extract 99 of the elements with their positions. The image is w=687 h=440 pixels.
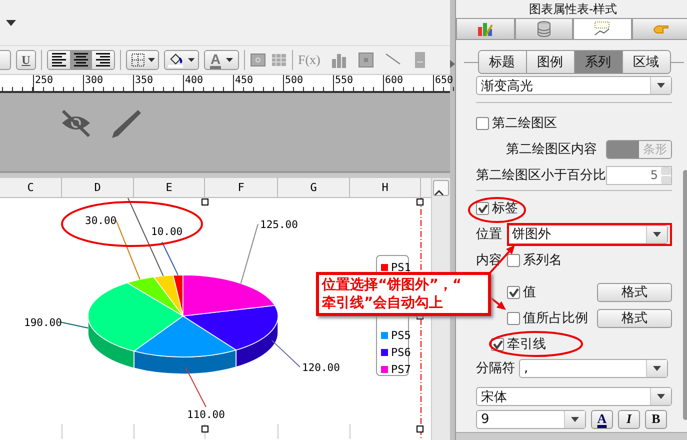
- resize-handle[interactable]: [202, 426, 208, 432]
- checkbox-label: 系列名: [523, 252, 562, 270]
- resize-handle[interactable]: [416, 198, 424, 206]
- caret-icon: [653, 366, 661, 371]
- checkbox-label: 值: [523, 284, 536, 302]
- leader-line: [60, 322, 89, 328]
- scrollbar-thumb[interactable]: [683, 170, 687, 420]
- align-center-button[interactable]: [70, 51, 92, 69]
- picture-frame-icon[interactable]: [358, 52, 374, 68]
- leader-line: [184, 366, 206, 408]
- checkbox-label: 标签: [492, 200, 518, 218]
- icon-tab[interactable]: [573, 18, 632, 40]
- checkbox[interactable]: [507, 254, 520, 267]
- paint-bucket-icon: [168, 52, 184, 68]
- caret-icon: [653, 232, 661, 237]
- field-label: 位置: [476, 226, 503, 244]
- align-right-button[interactable]: [92, 51, 114, 69]
- column-header[interactable]: C: [0, 178, 62, 197]
- data-label: 190.00: [24, 317, 62, 329]
- icon-tab[interactable]: [514, 18, 573, 40]
- format-button[interactable]: 格式: [597, 308, 672, 328]
- checkbox[interactable]: [507, 312, 520, 325]
- text-style-icon: [594, 21, 610, 38]
- field-label: 分隔符: [476, 360, 516, 378]
- image-icon[interactable]: [250, 52, 266, 68]
- bar-chart-icon[interactable]: [331, 52, 348, 68]
- data-label: 110.00: [187, 409, 225, 421]
- font-dropdown[interactable]: 宋体: [476, 387, 672, 406]
- pencil-icon: [110, 108, 142, 140]
- checkbox-label: 牵引线: [507, 336, 546, 354]
- bar-chart-icon: [477, 21, 494, 38]
- align-left-button[interactable]: [48, 51, 70, 69]
- align-lines-icon: [96, 53, 110, 67]
- column-header[interactable]: F: [205, 178, 278, 197]
- align-lines-icon: [74, 53, 88, 67]
- italic-format-button[interactable]: I: [618, 410, 640, 429]
- tab[interactable]: 标题: [478, 51, 526, 74]
- arrow: [490, 297, 506, 310]
- checkbox-label: 第二绘图区: [492, 115, 557, 132]
- scroll-up-button[interactable]: [433, 180, 450, 196]
- arrow-right-icon: [450, 60, 455, 68]
- checkbox-label: 值所占比例: [523, 310, 588, 328]
- underline-button[interactable]: U: [16, 50, 36, 70]
- tab[interactable]: 图例: [526, 51, 574, 74]
- leader-line: [240, 224, 258, 284]
- tab[interactable]: 系列: [574, 51, 622, 74]
- highlight-ellipse: [468, 197, 526, 223]
- icon-tab[interactable]: [456, 18, 514, 40]
- caret-icon: [226, 58, 233, 62]
- resize-handle[interactable]: [202, 198, 208, 206]
- column-header[interactable]: E: [134, 178, 205, 197]
- format-button[interactable]: 格式: [597, 282, 672, 302]
- spinner-icon: [661, 166, 671, 184]
- field-label: 第二绘图区内容: [506, 141, 597, 158]
- hidden-eye-icon: [60, 108, 92, 138]
- border-button[interactable]: [126, 50, 159, 70]
- icon-tab[interactable]: [632, 18, 687, 40]
- font-color-button[interactable]: A: [204, 50, 239, 70]
- caret-icon: [6, 20, 16, 26]
- font-size-dropdown[interactable]: 9: [476, 410, 586, 429]
- column-header[interactable]: H: [350, 178, 421, 197]
- legend-label: PS7: [391, 363, 411, 376]
- field-label: 第二绘图区小于百分比: [476, 167, 606, 184]
- data-label: 10.00: [151, 226, 183, 238]
- column-header[interactable]: D: [62, 178, 134, 197]
- chevron-up-icon: [434, 190, 444, 196]
- checkbox[interactable]: [507, 286, 520, 299]
- legend-label: PS6: [391, 346, 411, 359]
- legend-label: PS5: [391, 329, 411, 342]
- data-label: 30.00: [85, 215, 117, 227]
- panel-title: 图表属性表-样式: [528, 2, 618, 16]
- italic-button[interactable]: [0, 50, 11, 70]
- border-grid-icon: [130, 53, 144, 67]
- legend-label: PS1: [391, 261, 411, 274]
- database-icon: [536, 21, 552, 38]
- position-dropdown[interactable]: 饼图外: [507, 224, 668, 244]
- data-label: 125.00: [260, 219, 298, 231]
- caret-icon: [188, 58, 195, 62]
- color-format-button[interactable]: A: [591, 410, 613, 429]
- tab[interactable]: 区域: [622, 51, 670, 74]
- leader-line: [271, 340, 300, 368]
- caret-icon: [571, 416, 579, 422]
- column-header[interactable]: G: [278, 178, 350, 197]
- style-dropdown[interactable]: 渐变高光: [476, 76, 672, 96]
- caret-icon: [657, 394, 665, 400]
- arrow: [488, 245, 515, 275]
- caret-icon: [148, 58, 154, 62]
- checkmark-icon: [478, 204, 488, 213]
- checkbox[interactable]: [476, 116, 489, 130]
- fill-color-button[interactable]: [164, 50, 199, 70]
- checkbox[interactable]: [476, 202, 489, 215]
- checkmark-icon: [508, 288, 518, 297]
- separator-dropdown[interactable]: ,: [519, 358, 668, 378]
- resize-handle[interactable]: [416, 426, 424, 432]
- data-label: 120.00: [302, 362, 340, 374]
- align-lines-icon: [52, 53, 66, 67]
- checkmark-icon: [492, 340, 502, 349]
- bold-format-button[interactable]: B: [645, 410, 667, 429]
- caret-icon: [657, 83, 665, 88]
